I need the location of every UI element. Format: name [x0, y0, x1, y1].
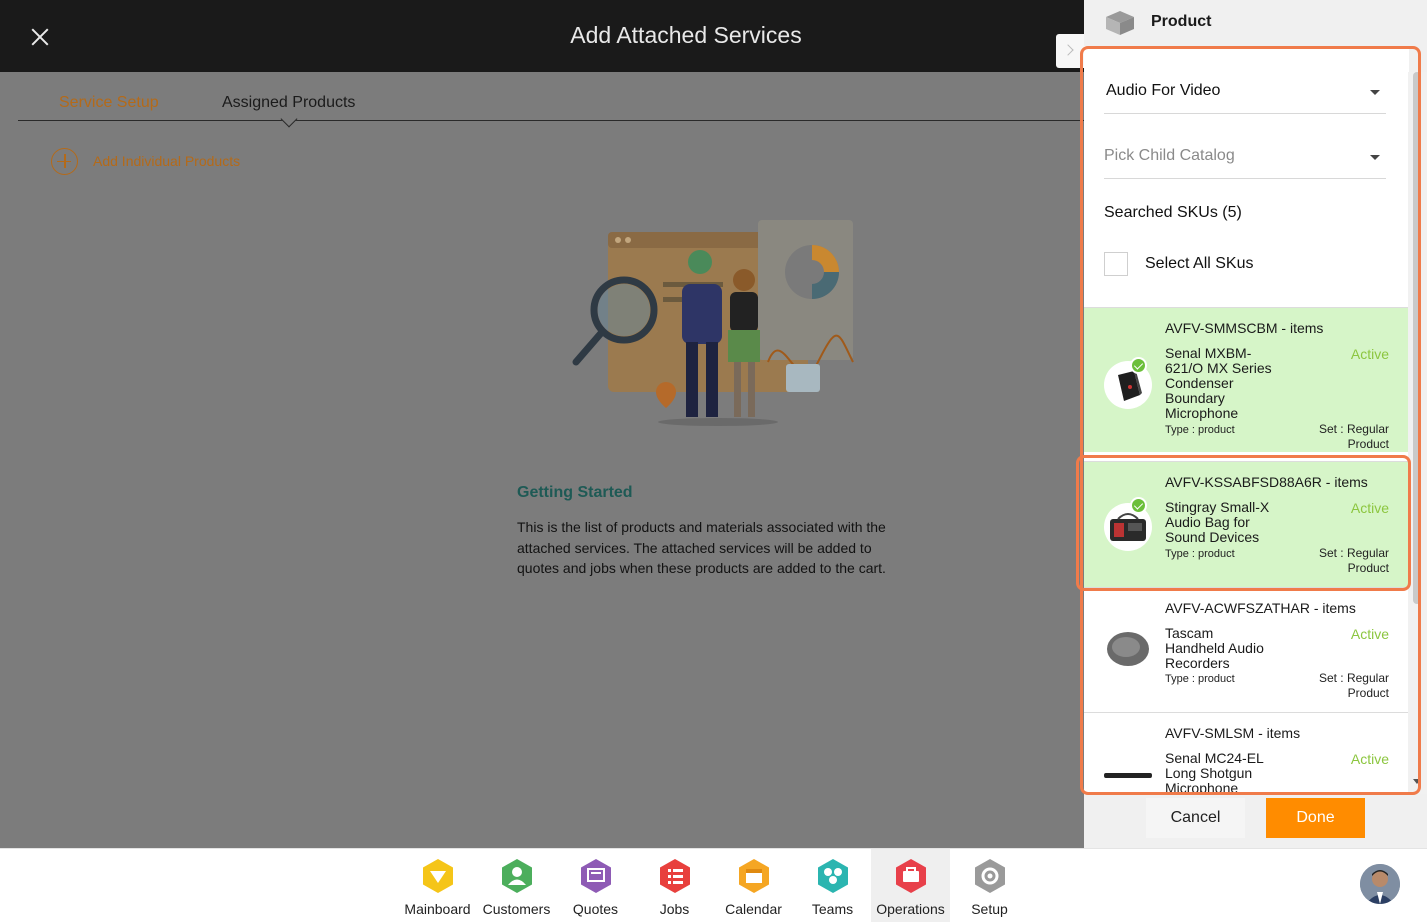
sku-set: Set : Regular Product	[1318, 671, 1389, 700]
caret-down-icon	[1370, 155, 1380, 160]
calendar-icon	[739, 859, 769, 893]
sku-code: AVFV-ACWFSZATHAR - items	[1165, 600, 1356, 616]
user-avatar[interactable]	[1360, 864, 1400, 904]
sku-set: Set : Regular Product	[1318, 546, 1389, 575]
sku-name: Stingray Small-X Audio Bag for Sound Dev…	[1165, 499, 1270, 545]
operations-icon	[896, 859, 926, 893]
panel-title: Product	[1151, 13, 1212, 30]
sku-type: Type : product	[1165, 548, 1235, 560]
nav-mainboard[interactable]: Mainboard	[398, 849, 477, 922]
sku-row[interactable]: AVFV-ACWFSZATHAR - items Tascam Handheld…	[1084, 587, 1409, 712]
sku-code: AVFV-KSSABFSD88A6R - items	[1165, 474, 1368, 490]
child-catalog-dropdown[interactable]: Pick Child Catalog	[1104, 135, 1386, 179]
nav-label: Teams	[811, 901, 854, 917]
getting-started-title: Getting Started	[517, 484, 633, 501]
selected-check-icon	[1130, 497, 1147, 514]
sku-name: Tascam Handheld Audio Recorders	[1165, 625, 1264, 671]
panel-collapse-toggle[interactable]	[1056, 34, 1084, 68]
setup-icon	[975, 859, 1005, 893]
product-panel: Product Audio For Video Pick Child Catal…	[1084, 0, 1427, 848]
getting-started-illustration	[572, 220, 854, 426]
product-image	[1104, 751, 1152, 794]
nav-label: Mainboard	[404, 901, 471, 917]
plus-circle-icon	[51, 147, 78, 175]
teams-icon	[818, 859, 848, 893]
select-all-checkbox[interactable]	[1104, 252, 1128, 276]
catalog-dropdown[interactable]: Audio For Video	[1104, 70, 1386, 114]
selected-check-icon	[1130, 357, 1147, 374]
main-content: Service Setup Assigned Products Add Indi…	[0, 72, 1084, 848]
sku-name: Senal MXBM-621/O MX Series Condenser Bou…	[1165, 345, 1272, 421]
nav-label: Customers	[482, 901, 551, 917]
sku-row[interactable]: AVFV-KSSABFSD88A6R - items Stingray Smal…	[1084, 461, 1409, 587]
sku-type: Type : product	[1165, 424, 1235, 436]
sku-row[interactable]: AVFV-SMLSM - items Senal MC24-EL Long Sh…	[1084, 712, 1409, 794]
sku-row[interactable]: AVFV-SMMSCBM - items Senal MXBM-621/O MX…	[1084, 307, 1409, 452]
sku-status: Active	[1350, 626, 1389, 642]
nav-label: Operations	[876, 901, 945, 917]
product-picker: Audio For Video Pick Child Catalog Searc…	[1084, 46, 1409, 794]
scroll-down-arrow-icon[interactable]	[1413, 779, 1421, 784]
tab-bar: Service Setup Assigned Products	[18, 72, 1084, 128]
jobs-icon	[660, 859, 690, 893]
cancel-button[interactable]: Cancel	[1146, 798, 1245, 838]
mainboard-icon	[423, 859, 453, 893]
add-individual-products-label: Add Individual Products	[93, 153, 241, 169]
nav-customers[interactable]: Customers	[477, 849, 556, 922]
child-catalog-placeholder: Pick Child Catalog	[1104, 147, 1235, 164]
box-icon	[1106, 11, 1134, 35]
product-image	[1104, 625, 1152, 673]
add-individual-products-button[interactable]: Add Individual Products	[51, 147, 241, 175]
nav-jobs[interactable]: Jobs	[635, 849, 714, 922]
nav-setup[interactable]: Setup	[950, 849, 1029, 922]
bottom-nav: Mainboard Customers Quotes Jobs Calendar…	[0, 848, 1427, 922]
sku-status: Active	[1350, 751, 1389, 767]
catalog-dropdown-value: Audio For Video	[1106, 82, 1221, 99]
sku-name: Senal MC24-EL Long Shotgun Microphone	[1165, 750, 1264, 795]
sku-code: AVFV-SMMSCBM - items	[1165, 320, 1324, 336]
nav-teams[interactable]: Teams	[793, 849, 872, 922]
scrollbar-thumb[interactable]	[1413, 72, 1421, 604]
sku-set: Set : Regular Product	[1318, 422, 1389, 451]
nav-label: Quotes	[572, 901, 619, 917]
sku-status: Active	[1350, 500, 1389, 516]
select-all-skus[interactable]: Select All SKus	[1104, 252, 1254, 276]
getting-started-description: This is the list of products and materia…	[517, 519, 886, 576]
sku-code: AVFV-SMLSM - items	[1165, 725, 1301, 741]
searched-skus-count: Searched SKUs (5)	[1104, 204, 1242, 221]
panel-header: Product	[1084, 0, 1427, 44]
sku-type: Type : product	[1165, 673, 1235, 685]
tab-service-setup[interactable]: Service Setup	[59, 94, 159, 112]
customers-icon	[502, 859, 532, 893]
nav-label: Jobs	[659, 901, 690, 917]
nav-label: Setup	[971, 901, 1008, 917]
panel-scrollbar[interactable]	[1408, 72, 1427, 794]
nav-quotes[interactable]: Quotes	[556, 849, 635, 922]
sku-status: Active	[1350, 346, 1389, 362]
active-tab-indicator	[280, 110, 298, 128]
caret-down-icon	[1370, 90, 1380, 95]
nav-calendar[interactable]: Calendar	[714, 849, 793, 922]
nav-label: Calendar	[725, 901, 782, 917]
done-button[interactable]: Done	[1266, 798, 1365, 838]
nav-operations[interactable]: Operations	[871, 849, 950, 922]
select-all-label: Select All SKus	[1145, 255, 1254, 272]
header-bar: Add Attached Services	[0, 0, 1084, 72]
quotes-icon	[581, 859, 611, 893]
